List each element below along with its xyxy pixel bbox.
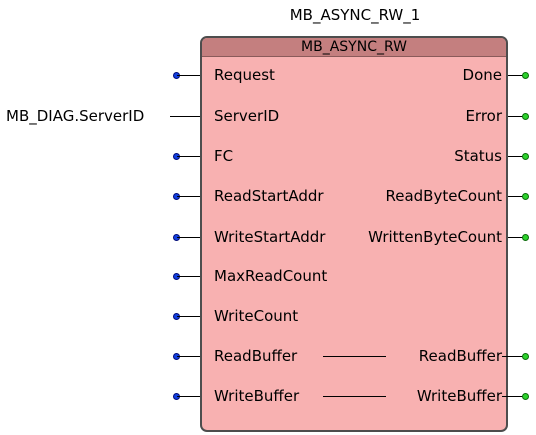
output-pin-writtenbytecount-icon[interactable]	[522, 234, 529, 241]
output-pin-writebuffer-icon[interactable]	[522, 393, 529, 400]
block-instance-name[interactable]: MB_ASYNC_RW_1	[200, 6, 510, 24]
readbuffer-passthrough-line	[323, 356, 386, 357]
block-type-name: MB_ASYNC_RW	[202, 38, 506, 57]
input-wire-writecount	[177, 316, 200, 317]
writebuffer-passthrough-line	[323, 396, 386, 397]
input-label-serverid: ServerID	[214, 107, 280, 125]
output-pin-done-icon[interactable]	[522, 72, 529, 79]
output-pin-error-icon[interactable]	[522, 113, 529, 120]
output-label-writtenbytecount: WrittenByteCount	[368, 228, 502, 246]
input-wire-fc	[177, 156, 200, 157]
input-label-writecount: WriteCount	[214, 307, 299, 325]
input-wire-serverid	[170, 116, 200, 117]
output-label-error: Error	[465, 107, 502, 125]
output-pin-status-icon[interactable]	[522, 153, 529, 160]
input-label-readstartaddr: ReadStartAddr	[214, 187, 324, 205]
input-label-request: Request	[214, 66, 275, 84]
input-wire-readstartaddr	[177, 196, 200, 197]
output-label-readbuffer: ReadBuffer	[418, 347, 502, 365]
input-wire-readbuffer	[177, 356, 200, 357]
input-label-readbuffer: ReadBuffer	[214, 347, 298, 365]
output-label-writebuffer: WriteBuffer	[416, 387, 502, 405]
output-label-done: Done	[462, 66, 502, 84]
input-wire-writebuffer	[177, 396, 200, 397]
output-label-readbytecount: ReadByteCount	[385, 187, 502, 205]
input-wire-writestartaddr	[177, 237, 200, 238]
serverid-connection-label[interactable]: MB_DIAG.ServerID	[6, 107, 144, 125]
input-wire-request	[177, 75, 200, 76]
input-label-writebuffer: WriteBuffer	[214, 387, 300, 405]
input-label-fc: FC	[214, 147, 234, 165]
output-pin-readbuffer-icon[interactable]	[522, 353, 529, 360]
input-wire-maxreadcount	[177, 276, 200, 277]
input-label-writestartaddr: WriteStartAddr	[214, 228, 326, 246]
output-label-status: Status	[454, 147, 502, 165]
output-pin-readbytecount-icon[interactable]	[522, 193, 529, 200]
input-label-maxreadcount: MaxReadCount	[214, 267, 328, 285]
